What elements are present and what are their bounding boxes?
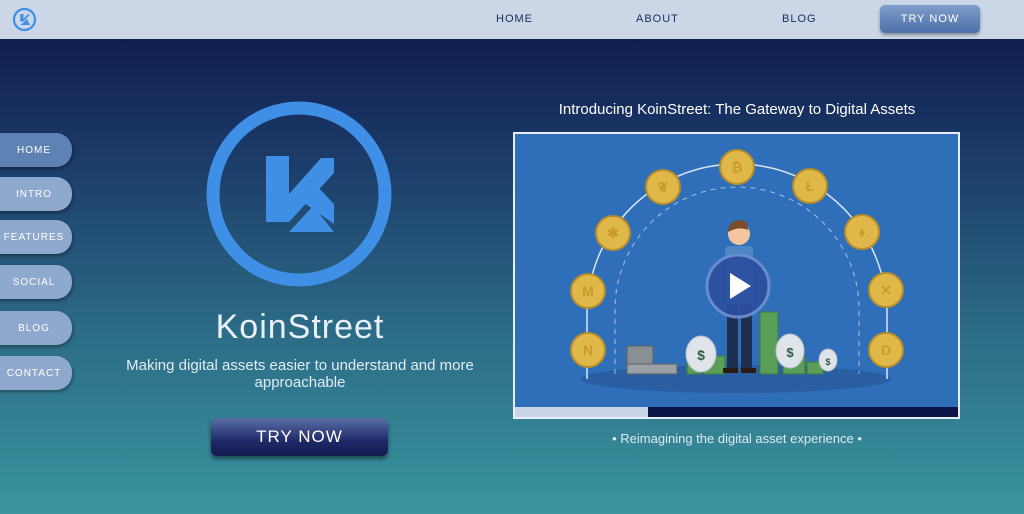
svg-text:₿: ₿ bbox=[731, 159, 742, 175]
svg-text:M: M bbox=[582, 283, 594, 299]
svg-text:$: $ bbox=[786, 345, 794, 360]
koinstreet-logo-icon bbox=[206, 101, 392, 287]
sidenav-item-features[interactable]: FEATURES bbox=[0, 220, 72, 254]
svg-text:$: $ bbox=[697, 347, 705, 363]
try-now-hero-button[interactable]: TRY NOW bbox=[211, 418, 388, 456]
svg-text:Ł: Ł bbox=[806, 178, 815, 194]
nav-blog-link[interactable]: BLOG bbox=[782, 13, 817, 25]
nav-home-link[interactable]: HOME bbox=[496, 13, 533, 25]
nav-about-link[interactable]: ABOUT bbox=[636, 13, 679, 25]
svg-text:✕: ✕ bbox=[880, 282, 892, 298]
sidenav-item-intro[interactable]: INTRO bbox=[0, 177, 72, 211]
video-progress-fill bbox=[515, 407, 648, 417]
video-caption: • Reimagining the digital asset experien… bbox=[612, 431, 862, 446]
sidenav-item-contact[interactable]: CONTACT bbox=[0, 356, 72, 390]
svg-text:❦: ❦ bbox=[657, 179, 669, 195]
top-nav-bar: HOME ABOUT BLOG TRY NOW bbox=[0, 0, 1024, 39]
video-player[interactable]: N M ✱ ❦ ₿ Ł ♦ ✕ D $ $ $ bbox=[513, 132, 960, 419]
brand-name: KoinStreet bbox=[215, 308, 385, 346]
sidenav-item-social[interactable]: SOCIAL bbox=[0, 265, 72, 299]
video-progress-bar[interactable] bbox=[515, 407, 958, 417]
svg-text:D: D bbox=[881, 342, 891, 358]
svg-text:✱: ✱ bbox=[607, 225, 619, 241]
try-now-top-button[interactable]: TRY NOW bbox=[880, 5, 980, 33]
video-title: Introducing KoinStreet: The Gateway to D… bbox=[558, 101, 916, 118]
svg-text:$: $ bbox=[825, 357, 830, 367]
koinstreet-logo-icon[interactable] bbox=[12, 7, 37, 32]
hero-tagline: Making digital assets easier to understa… bbox=[126, 357, 474, 391]
sidenav-item-blog[interactable]: BLOG bbox=[0, 311, 72, 345]
svg-text:N: N bbox=[583, 342, 593, 358]
video-thumbnail[interactable]: N M ✱ ❦ ₿ Ł ♦ ✕ D $ $ $ bbox=[515, 134, 958, 407]
play-icon bbox=[705, 253, 771, 319]
svg-text:♦: ♦ bbox=[858, 224, 865, 240]
sidenav-item-home[interactable]: HOME bbox=[0, 133, 72, 167]
